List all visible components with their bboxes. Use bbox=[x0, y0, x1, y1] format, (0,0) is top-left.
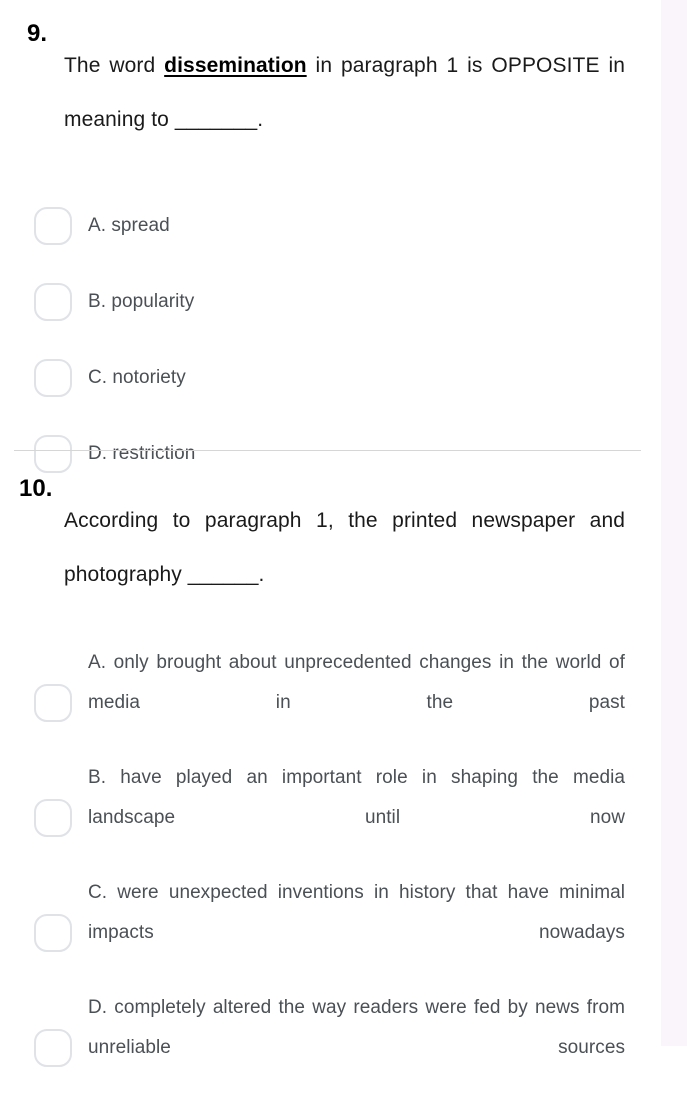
radio-button-icon-10-c[interactable] bbox=[34, 913, 72, 952]
option-label-9-b: B. popularity bbox=[88, 291, 195, 312]
option-row-10-b[interactable]: B. have played an important role in shap… bbox=[0, 760, 661, 875]
question-9-number: 9. bbox=[27, 20, 48, 47]
question-10-options: A. only brought about unprecedented chan… bbox=[0, 645, 661, 1105]
option-label-9-c: C. notoriety bbox=[88, 367, 186, 388]
question-item-10: 10. According to paragraph 1, the printe… bbox=[0, 473, 661, 1105]
radio-button-icon-9-c[interactable] bbox=[34, 359, 72, 397]
question-9-header: 9. The word dissemination in paragraph 1… bbox=[0, 18, 661, 168]
option-label-9-d: D. restriction bbox=[88, 443, 196, 464]
option-row-10-d[interactable]: D. completely altered the way readers we… bbox=[0, 990, 661, 1105]
question-9-text: The word dissemination in paragraph 1 is… bbox=[64, 39, 625, 147]
question-10-number: 10. bbox=[19, 475, 53, 502]
option-row-9-c[interactable]: C. notoriety bbox=[0, 340, 661, 416]
option-label-10-d: D. completely altered the way readers we… bbox=[88, 996, 625, 1058]
option-row-10-c[interactable]: C. were unexpected inventions in history… bbox=[0, 875, 661, 990]
radio-button-icon-9-a[interactable] bbox=[34, 207, 72, 245]
question-divider bbox=[14, 450, 641, 451]
radio-button-icon-9-d[interactable] bbox=[34, 435, 72, 473]
option-label-10-b: B. have played an important role in shap… bbox=[88, 766, 625, 828]
question-9-options: A. spread B. popularity C. notoriety D. … bbox=[0, 188, 661, 492]
option-label-10-c: C. were unexpected inventions in history… bbox=[88, 881, 625, 943]
radio-button-icon-10-a[interactable] bbox=[34, 683, 72, 722]
question-item-9: 9. The word dissemination in paragraph 1… bbox=[0, 18, 661, 492]
option-row-10-a[interactable]: A. only brought about unprecedented chan… bbox=[0, 645, 661, 760]
question-list: 9. The word dissemination in paragraph 1… bbox=[0, 0, 661, 1067]
option-label-10-a: A. only brought about unprecedented chan… bbox=[88, 651, 625, 713]
question-9-keyword: dissemination bbox=[164, 54, 307, 77]
question-10-header: 10. According to paragraph 1, the printe… bbox=[0, 473, 661, 623]
question-10-text: According to paragraph 1, the printed ne… bbox=[64, 509, 625, 586]
radio-button-icon-10-b[interactable] bbox=[34, 798, 72, 837]
page-side-strip bbox=[661, 0, 687, 1046]
option-row-9-a[interactable]: A. spread bbox=[0, 188, 661, 264]
question-9-text-before: The word bbox=[64, 54, 165, 77]
radio-button-icon-10-d[interactable] bbox=[34, 1028, 72, 1067]
option-row-9-b[interactable]: B. popularity bbox=[0, 264, 661, 340]
option-label-9-a: A. spread bbox=[88, 215, 170, 236]
radio-button-icon-9-b[interactable] bbox=[34, 283, 72, 321]
